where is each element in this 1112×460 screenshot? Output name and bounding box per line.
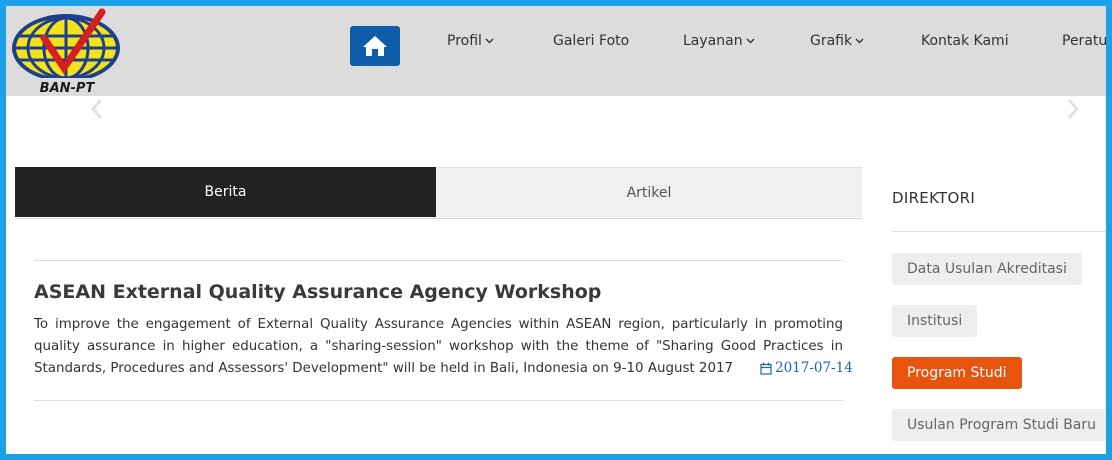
divider: [892, 231, 1106, 232]
tab-label: Berita: [204, 184, 247, 200]
news-title[interactable]: ASEAN External Quality Assurance Agency …: [34, 281, 601, 303]
news-body: To improve the engagement of External Qu…: [34, 317, 843, 376]
directory-title: DIREKTORI: [892, 189, 976, 207]
directory-data-usulan-akreditasi[interactable]: Data Usulan Akreditasi: [892, 253, 1082, 285]
nav-label: Grafik: [810, 33, 853, 49]
divider: [34, 400, 843, 401]
tab-artikel[interactable]: Artikel: [436, 167, 862, 217]
tab-label: Artikel: [626, 184, 672, 201]
nav-label: Peratu: [1062, 33, 1106, 49]
ban-pt-logo[interactable]: BAN-PT: [10, 8, 136, 96]
logo-text: BAN-PT: [40, 81, 96, 96]
directory-program-studi[interactable]: Program Studi: [892, 357, 1022, 389]
slider-prev-icon[interactable]: [90, 98, 104, 120]
content-tabs: Berita Artikel: [15, 167, 862, 219]
directory-label: Usulan Program Studi Baru: [907, 417, 1097, 433]
nav-layanan[interactable]: Layanan: [683, 33, 755, 49]
home-button[interactable]: [350, 26, 400, 66]
divider: [34, 260, 843, 261]
nav-label: Kontak Kami: [921, 33, 1009, 49]
calendar-icon: [760, 362, 772, 375]
chevron-down-icon: [746, 38, 755, 44]
nav-label: Layanan: [683, 33, 743, 49]
nav-label: Profil: [447, 33, 482, 49]
directory-label: Program Studi: [907, 365, 1007, 381]
slider-next-icon[interactable]: [1066, 98, 1080, 120]
nav-peraturan[interactable]: Peratu: [1062, 33, 1106, 49]
directory-institusi[interactable]: Institusi: [892, 305, 978, 337]
tab-berita[interactable]: Berita: [15, 167, 436, 217]
news-date[interactable]: 2017-07-14: [760, 360, 853, 376]
nav-grafik[interactable]: Grafik: [810, 33, 864, 49]
chevron-down-icon: [485, 38, 494, 44]
nav-label: Galeri Foto: [553, 33, 630, 49]
directory-label: Data Usulan Akreditasi: [907, 261, 1067, 277]
directory-label: Institusi: [907, 313, 963, 329]
home-icon: [363, 36, 387, 56]
site-header: BAN-PT Profil Galeri Foto Layanan Grafik…: [6, 6, 1106, 96]
date-text: 2017-07-14: [775, 360, 853, 376]
nav-galeri-foto[interactable]: Galeri Foto: [553, 33, 629, 49]
nav-kontak-kami[interactable]: Kontak Kami: [921, 33, 1009, 49]
page-frame: BAN-PT Profil Galeri Foto Layanan Grafik…: [6, 6, 1106, 454]
nav-profil[interactable]: Profil: [447, 33, 494, 49]
chevron-down-icon: [855, 38, 864, 44]
directory-usulan-program-studi-baru[interactable]: Usulan Program Studi Baru: [892, 409, 1106, 441]
